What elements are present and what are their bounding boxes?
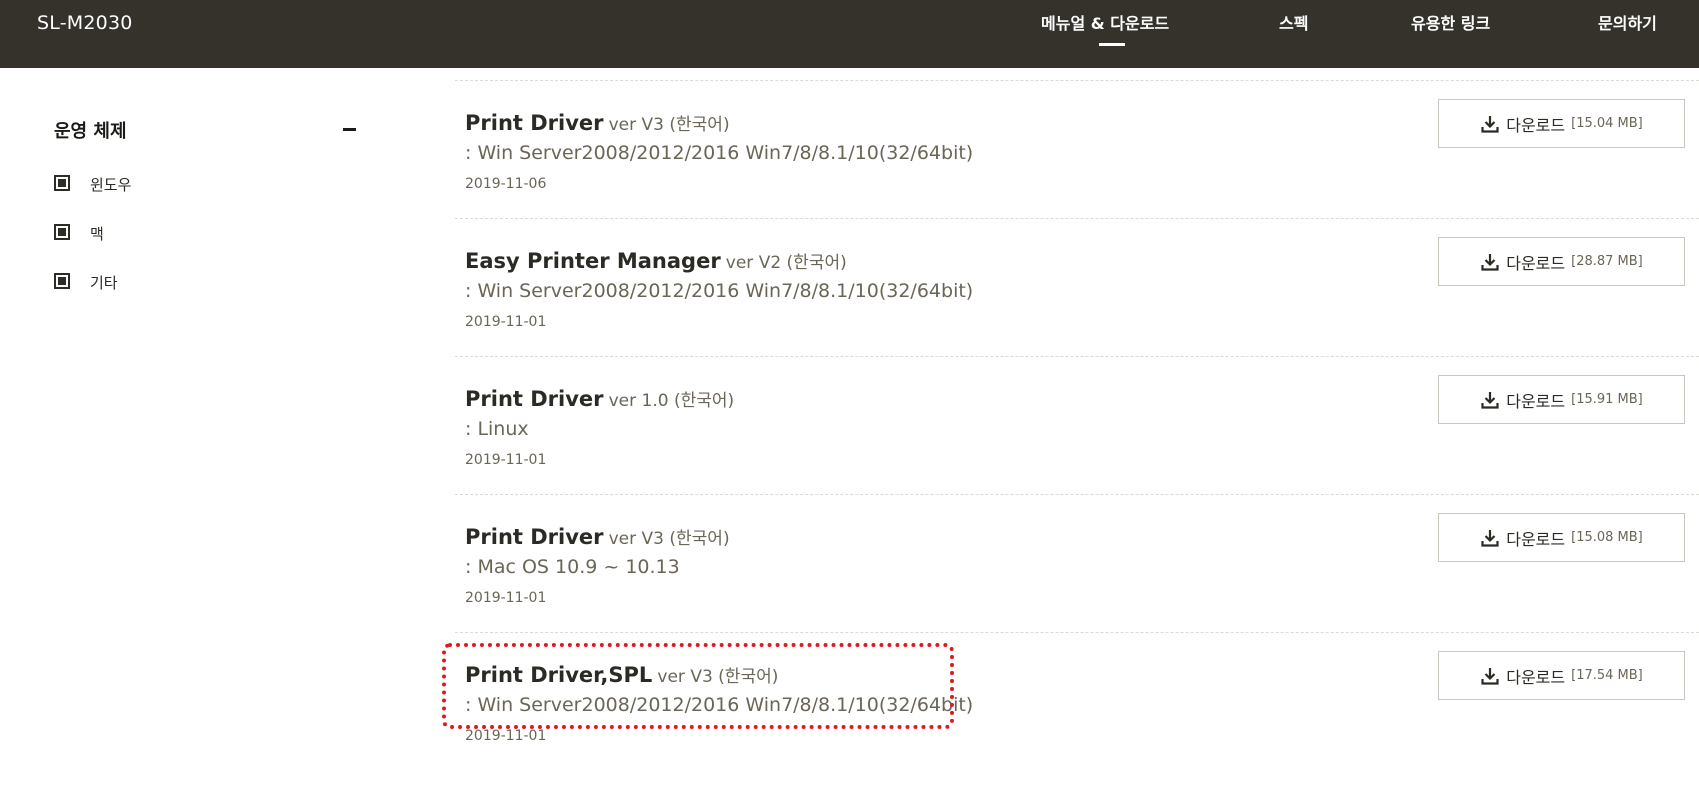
top-bar: SL-M2030 메뉴얼 & 다운로드 스펙 유용한 링크 문의하기 [0, 0, 1699, 68]
item-date: 2019-11-01 [465, 314, 547, 330]
file-size: [15.91 MB] [1571, 392, 1643, 407]
item-version: ver 1.0 (한국어) [608, 391, 735, 411]
download-item: Print Driver ver 1.0 (한국어) : Linux 2019-… [455, 375, 1699, 524]
download-icon [1481, 253, 1499, 271]
download-label: 다운로드 [1506, 667, 1566, 687]
item-version: ver V3 (한국어) [608, 529, 730, 549]
item-os: : Win Server2008/2012/2016 Win7/8/8.1/10… [465, 280, 974, 302]
item-date: 2019-11-06 [465, 176, 547, 192]
filter-label: 윈도우 [90, 176, 132, 194]
download-button[interactable]: 다운로드 [17.54 MB] [1438, 651, 1685, 700]
model-name: SL-M2030 [37, 12, 133, 34]
highlight-annotation [442, 643, 954, 729]
download-label: 다운로드 [1506, 391, 1566, 411]
item-os: : Linux [465, 418, 529, 440]
download-button[interactable]: 다운로드 [15.91 MB] [1438, 375, 1685, 424]
file-size: [17.54 MB] [1571, 668, 1643, 683]
item-date: 2019-11-01 [465, 590, 547, 606]
nav-manual-download[interactable]: 메뉴얼 & 다운로드 [1041, 10, 1169, 34]
download-icon [1481, 529, 1499, 547]
item-os: : Win Server2008/2012/2016 Win7/8/8.1/10… [465, 142, 974, 164]
checkbox-icon[interactable] [54, 175, 70, 191]
item-os: : Mac OS 10.9 ~ 10.13 [465, 556, 680, 578]
os-filter-title: 운영 체제 [54, 121, 127, 142]
item-title: Print Driver [465, 111, 604, 135]
download-item: Easy Printer Manager ver V2 (한국어) : Win … [455, 237, 1699, 386]
item-title: Print Driver [465, 387, 604, 411]
download-item: Print Driver ver V3 (한국어) : Win Server20… [455, 99, 1699, 248]
download-button[interactable]: 다운로드 [15.08 MB] [1438, 513, 1685, 562]
filter-label: 기타 [90, 274, 118, 292]
nav-contact[interactable]: 문의하기 [1598, 10, 1657, 34]
nav-spec[interactable]: 스펙 [1279, 10, 1308, 34]
item-version: ver V3 (한국어) [608, 115, 730, 135]
nav-useful-links[interactable]: 유용한 링크 [1411, 10, 1490, 34]
file-size: [15.04 MB] [1571, 116, 1643, 131]
item-version: ver V2 (한국어) [725, 253, 847, 273]
divider [455, 80, 1699, 81]
nav-active-indicator [1099, 43, 1125, 46]
download-icon [1481, 115, 1499, 133]
download-item: Print Driver ver V3 (한국어) : Mac OS 10.9 … [455, 513, 1699, 662]
file-size: [15.08 MB] [1571, 530, 1643, 545]
item-title: Print Driver [465, 525, 604, 549]
item-title: Easy Printer Manager [465, 249, 721, 273]
filter-label: 맥 [90, 225, 104, 243]
download-label: 다운로드 [1506, 115, 1566, 135]
download-label: 다운로드 [1506, 529, 1566, 549]
download-button[interactable]: 다운로드 [15.04 MB] [1438, 99, 1685, 148]
download-button[interactable]: 다운로드 [28.87 MB] [1438, 237, 1685, 286]
download-label: 다운로드 [1506, 253, 1566, 273]
item-date: 2019-11-01 [465, 728, 547, 744]
checkbox-icon[interactable] [54, 273, 70, 289]
checkbox-icon[interactable] [54, 224, 70, 240]
item-date: 2019-11-01 [465, 452, 547, 468]
download-icon [1481, 667, 1499, 685]
collapse-icon[interactable] [343, 128, 356, 131]
file-size: [28.87 MB] [1571, 254, 1643, 269]
download-icon [1481, 391, 1499, 409]
